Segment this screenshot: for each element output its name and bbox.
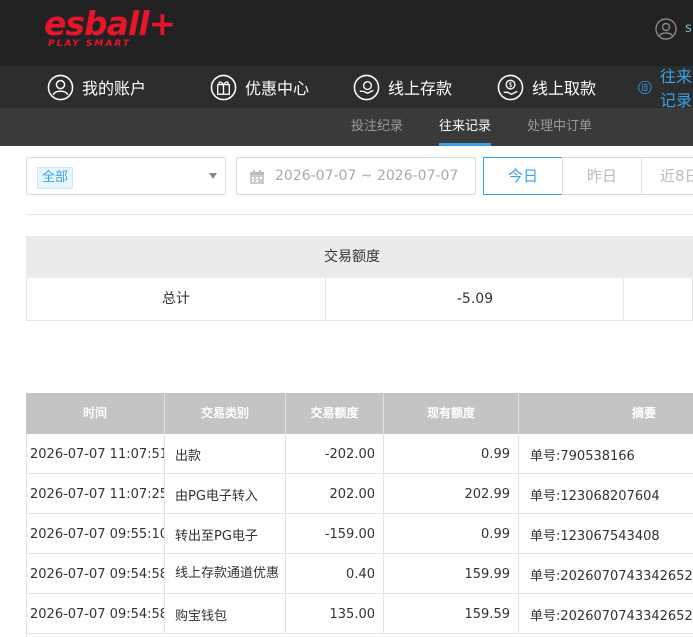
table-header: 时间 交易类别 交易额度 现有额度 摘要 <box>26 393 693 434</box>
nav-label: 优惠中心 <box>245 79 310 98</box>
cell-amount: 135.00 <box>329 606 376 622</box>
cell-balance: 159.59 <box>464 606 511 622</box>
table-row[interactable]: 2026-07-07 11:07:25 由PG电子转入 202.00 202.9… <box>26 474 693 514</box>
cell-balance: 202.99 <box>464 486 511 502</box>
nav-label: 线上取款 <box>532 79 597 98</box>
cell-time: 2026-07-07 09:54:58 <box>30 606 164 622</box>
column-header-summary[interactable]: 摘要 <box>519 393 693 434</box>
cell-divider <box>518 474 519 514</box>
summary-header-label: 交易额度 <box>324 249 380 265</box>
logo-wordmark: esball+ <box>44 4 176 43</box>
cell-amount: -202.00 <box>324 446 375 462</box>
gift-icon <box>210 74 237 100</box>
records-icon <box>638 80 652 94</box>
sub-nav: 投注纪录 往来记录 处理中订单 <box>0 108 693 146</box>
brand-logo[interactable]: esball+ PLAY SMART <box>44 4 176 50</box>
today-button[interactable]: 今日 <box>483 157 563 195</box>
cell-divider <box>164 474 165 514</box>
tab-transaction-records[interactable]: 往来记录 <box>439 108 492 146</box>
column-header-amount[interactable]: 交易额度 <box>286 393 383 434</box>
cell-type: 购宝钱包 <box>175 608 228 624</box>
svg-text:$: $ <box>508 81 512 89</box>
nav-online-withdraw[interactable]: $ 线上取款 <box>497 66 596 108</box>
cell-type: 转出至PG电子 <box>175 528 258 544</box>
cell-time: 2026-07-07 09:54:58 <box>30 566 164 582</box>
type-select[interactable]: 全部 <box>26 157 226 195</box>
tab-bet-records[interactable]: 投注纪录 <box>351 108 403 146</box>
date-range-picker[interactable]: 2026-07-07 ~ 2026-07-07 <box>236 157 476 195</box>
cell-balance: 159.99 <box>464 566 511 582</box>
cell-amount: 0.40 <box>346 566 375 582</box>
cell-summary: 单号:202607074334265221 <box>530 568 693 584</box>
nav-my-account[interactable]: 我的账户 <box>47 66 146 108</box>
summary-divider <box>623 278 624 320</box>
column-header-balance[interactable]: 现有额度 <box>384 393 518 434</box>
tab-pending-orders[interactable]: 处理中订单 <box>527 108 592 146</box>
column-header-type[interactable]: 交易类别 <box>165 393 285 434</box>
table-row[interactable]: 2026-07-07 11:07:51 出款 -202.00 0.99 单号:7… <box>26 434 693 474</box>
cell-type: 线上存款通道优惠 <box>175 566 279 581</box>
cell-type: 出款 <box>175 448 202 464</box>
summary-label: 总计 <box>162 291 190 307</box>
summary-value: -5.09 <box>456 291 494 307</box>
username-text[interactable]: s <box>685 21 692 36</box>
cell-divider <box>518 554 519 594</box>
cell-divider <box>164 554 165 594</box>
user-circle-icon <box>47 74 74 100</box>
cell-time: 2026-07-07 11:07:25 <box>30 486 164 502</box>
cell-amount: 202.00 <box>329 486 376 502</box>
last-8-days-button[interactable]: 近8日 <box>641 157 693 195</box>
table-row[interactable]: 2026-07-07 09:54:58 购宝钱包 135.00 159.59 单… <box>26 594 693 634</box>
user-icon[interactable] <box>655 18 677 40</box>
cell-balance: 0.99 <box>481 526 510 542</box>
cell-divider <box>164 434 165 474</box>
cell-summary: 单号:123068207604 <box>530 488 660 504</box>
deposit-icon <box>353 74 380 100</box>
top-bar: esball+ PLAY SMART s <box>0 0 693 66</box>
yesterday-button[interactable]: 昨日 <box>562 157 642 195</box>
nav-promotions[interactable]: 优惠中心 <box>210 66 309 108</box>
cell-summary: 单号:123067543408 <box>530 528 660 544</box>
cell-summary: 单号:202607074334265221 <box>530 608 693 624</box>
nav-online-deposit[interactable]: 线上存款 <box>353 66 452 108</box>
summary-row: 总计 -5.09 <box>26 278 693 321</box>
dropdown-arrow-icon[interactable] <box>209 173 217 179</box>
main-nav: 我的账户 优惠中心 线上存款 $ 线上取款 往来记录 <box>0 66 693 110</box>
nav-label: 往来记录 <box>659 67 692 110</box>
column-header-time[interactable]: 时间 <box>26 393 164 434</box>
cell-type: 由PG电子转入 <box>175 488 258 504</box>
cell-balance: 0.99 <box>481 446 510 462</box>
table-row[interactable]: 2026-07-07 09:55:10 转出至PG电子 -159.00 0.99… <box>26 514 693 554</box>
nav-label: 我的账户 <box>82 79 147 98</box>
cell-divider <box>164 514 165 554</box>
cell-time: 2026-07-07 11:07:51 <box>30 446 164 462</box>
table-row[interactable]: 2026-07-07 09:54:58 线上存款通道优惠 0.40 159.99… <box>26 554 693 594</box>
divider <box>26 214 693 215</box>
selected-type-tag[interactable]: 全部 <box>37 167 74 189</box>
nav-transaction-records[interactable]: 往来记录 <box>638 66 693 110</box>
cell-amount: -159.00 <box>324 526 375 542</box>
nav-label: 线上存款 <box>388 79 453 98</box>
cell-divider <box>164 594 165 634</box>
cell-divider <box>518 594 519 634</box>
date-range-text: 2026-07-07 ~ 2026-07-07 <box>275 168 459 184</box>
calendar-icon <box>250 170 264 184</box>
cell-divider <box>518 434 519 474</box>
withdraw-icon: $ <box>497 74 524 100</box>
cell-time: 2026-07-07 09:55:10 <box>30 526 164 542</box>
cell-divider <box>518 514 519 554</box>
summary-header: 交易额度 <box>26 236 693 278</box>
cell-summary: 单号:790538166 <box>530 448 635 464</box>
